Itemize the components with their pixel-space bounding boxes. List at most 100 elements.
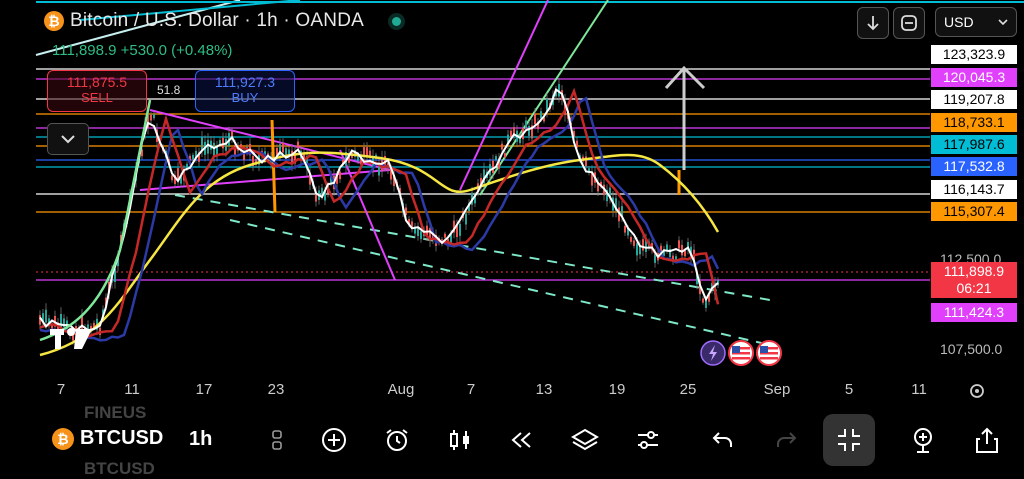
reset-chart-button[interactable] <box>893 7 925 39</box>
us-flag-icon[interactable] <box>756 340 782 366</box>
candle-body <box>213 142 215 156</box>
bitcoin-icon: ₿ <box>44 11 64 31</box>
price-change: 111,898.9 +530.0 (+0.48%) <box>52 42 233 59</box>
buy-label: BUY <box>231 90 259 105</box>
candle-body <box>630 236 632 242</box>
current-price-label: 111,898.9 06:21 <box>931 262 1017 298</box>
replay-button[interactable] <box>507 425 537 455</box>
symbol-title[interactable]: Bitcoin / U.S. Dollar · 1h · OANDA <box>70 10 364 32</box>
chart-type-button[interactable] <box>262 425 292 455</box>
chart-header: ₿ Bitcoin / U.S. Dollar · 1h · OANDA <box>44 10 401 32</box>
timeframe-button[interactable]: 1h <box>189 428 212 451</box>
candle-body <box>465 213 467 225</box>
time-axis-label: 23 <box>267 381 285 398</box>
candle-body <box>171 175 173 181</box>
currency-select[interactable]: USD <box>935 7 1017 37</box>
price-level-label: 118,733.1 <box>931 113 1017 132</box>
layers-icon <box>571 428 599 451</box>
dashed-channel <box>229 219 771 346</box>
candle-body <box>492 160 494 174</box>
alert-button[interactable] <box>382 425 412 455</box>
candle-body <box>678 240 680 249</box>
bar-countdown: 06:21 <box>956 280 992 296</box>
spread-value: 51.8 <box>157 83 181 97</box>
exit-fullscreen-icon-wrap <box>834 425 864 455</box>
time-axis-label: 5 <box>844 381 854 398</box>
gear-icon <box>970 384 984 398</box>
candle-body <box>192 154 194 160</box>
share-icon <box>976 427 998 453</box>
tradingview-logo-icon <box>50 328 92 349</box>
time-axis-label: 13 <box>535 381 553 398</box>
candlestick-icon <box>450 430 469 450</box>
buy-button[interactable]: 111,927.3 BUY <box>195 70 295 112</box>
sliders-icon <box>638 431 658 449</box>
candle-body <box>225 138 227 151</box>
price-level-label: 119,207.8 <box>931 90 1017 109</box>
candle-body <box>45 309 47 323</box>
share-button[interactable] <box>972 425 1002 455</box>
candle-body <box>363 147 365 156</box>
price-level-label: 115,307.4 <box>931 202 1017 221</box>
refresh-icon <box>901 15 917 31</box>
alarm-clock-icon <box>386 429 408 451</box>
buy-price: 111,927.3 <box>214 74 276 90</box>
lightning-icon[interactable] <box>700 340 726 366</box>
time-axis-label: 19 <box>608 381 626 398</box>
candles-icon <box>272 430 282 450</box>
candle-body <box>636 243 638 256</box>
candle-body <box>534 113 536 125</box>
candle-body <box>705 300 707 308</box>
currency-value: USD <box>944 14 974 30</box>
redo-button[interactable] <box>771 425 801 455</box>
candle-body <box>285 148 287 155</box>
scroll-down-button[interactable] <box>857 7 889 39</box>
watchlist-ghost-next: BTCUSD <box>84 459 155 478</box>
candle-body <box>504 153 506 158</box>
event-icons[interactable] <box>700 340 782 366</box>
time-axis-label: 7 <box>56 381 66 398</box>
price-tick: 107,500.0 <box>940 341 1003 357</box>
undo-icon <box>712 432 732 447</box>
tradingview-logo <box>50 326 94 357</box>
redo-icon <box>777 432 797 447</box>
low-price-label: 111,424.3 <box>931 303 1017 322</box>
plus-circle-icon <box>322 428 346 452</box>
settings-button[interactable] <box>633 425 663 455</box>
candle-body <box>444 233 446 238</box>
candle-body <box>459 223 461 236</box>
bitcoin-icon: ₿ <box>52 427 74 450</box>
candle-body <box>702 298 704 303</box>
sell-button[interactable]: 111,875.5 SELL <box>47 70 147 112</box>
candle-body <box>501 143 503 150</box>
market-open-icon <box>392 16 401 26</box>
candle-body <box>642 239 644 251</box>
price-level-label: 116,143.7 <box>931 180 1017 199</box>
layers-button[interactable] <box>570 425 600 455</box>
candle-body <box>525 120 527 128</box>
add-chart-button[interactable] <box>909 425 939 455</box>
candle-body <box>495 156 497 161</box>
current-price: 111,898.9 <box>943 263 1005 279</box>
sell-label: SELL <box>81 90 113 105</box>
time-axis-label: 11 <box>911 381 927 398</box>
price-level-label: 117,987.6 <box>931 135 1017 154</box>
time-axis-label: Aug <box>387 381 415 398</box>
candle-body <box>153 114 155 119</box>
candle-body <box>624 225 626 233</box>
time-axis-label: 11 <box>124 381 140 398</box>
arrow-down-icon <box>867 16 879 31</box>
candle-body <box>633 240 635 246</box>
magnifier-plus-icon <box>914 428 932 453</box>
time-axis-label: 17 <box>195 381 213 398</box>
add-indicator-button[interactable] <box>319 425 349 455</box>
candle-body <box>150 114 152 121</box>
collapse-legend-button[interactable] <box>47 123 89 155</box>
us-flag-icon[interactable] <box>728 340 754 366</box>
indicators-button[interactable] <box>445 425 475 455</box>
time-axis-label: 7 <box>466 381 476 398</box>
symbol-selector[interactable]: ₿ BTCUSD <box>52 427 163 450</box>
time-axis-label: 25 <box>679 381 697 398</box>
chevron-down-icon <box>61 135 75 144</box>
undo-button[interactable] <box>708 425 738 455</box>
